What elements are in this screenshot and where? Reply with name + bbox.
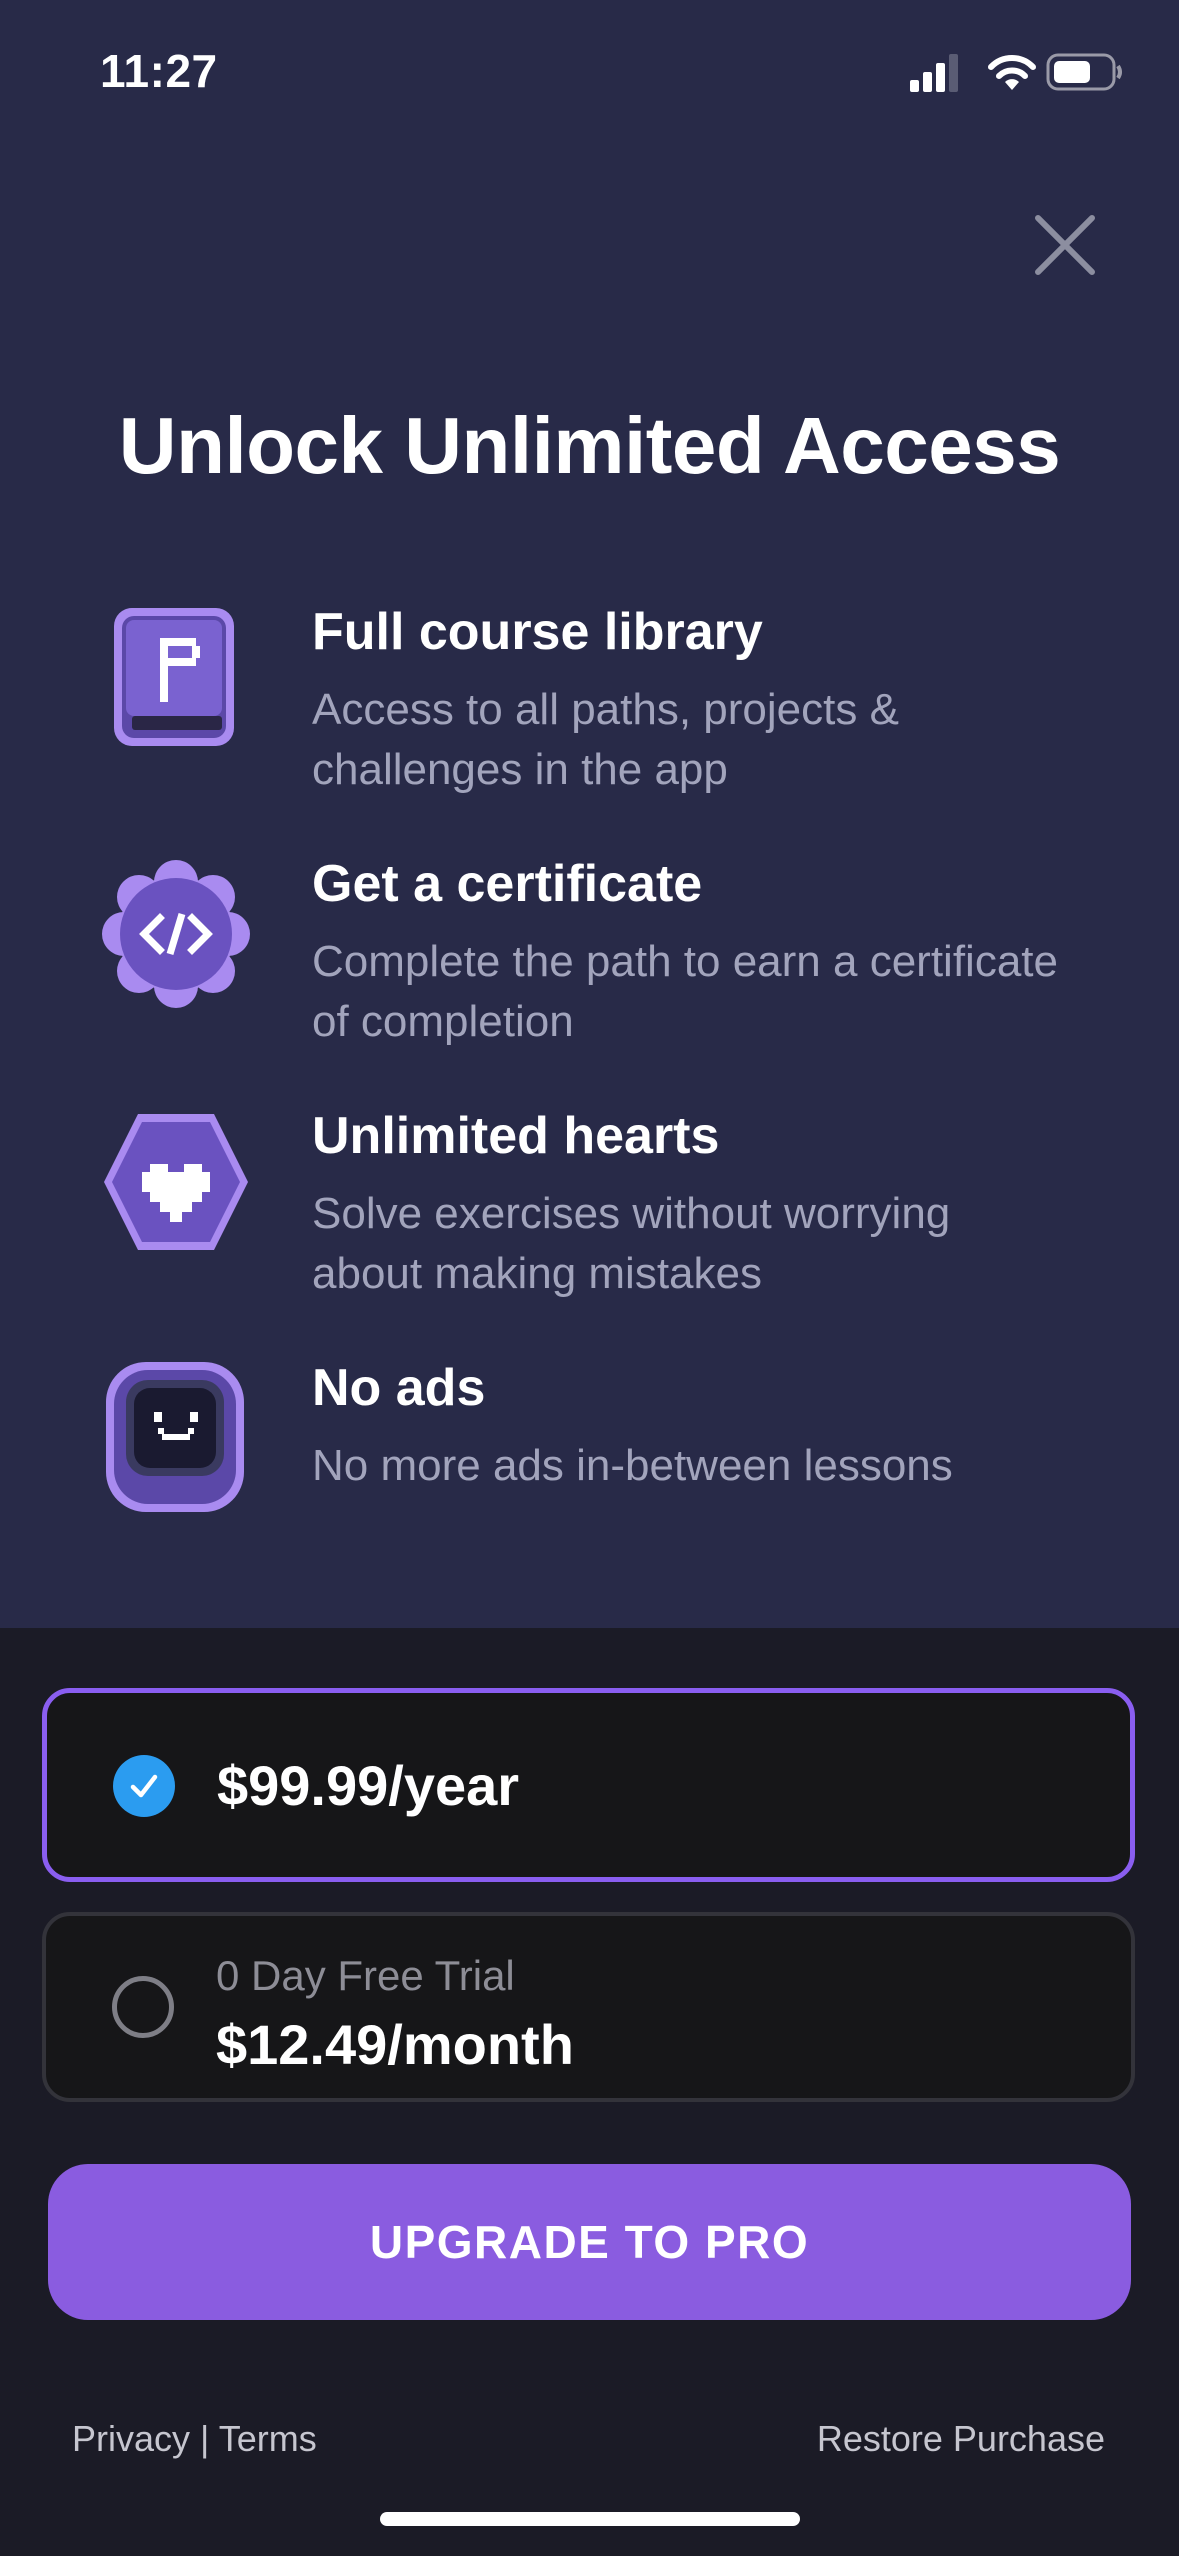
feature-get-a-certificate: Get a certificate Complete the path to e… [96,854,1096,1054]
feature-title: Unlimited hearts [312,1107,720,1165]
status-bar: 11:27 [0,0,1179,150]
plan-trial-label: 0 Day Free Trial [216,1952,515,1999]
feature-title: Full course library [312,603,763,661]
plan-price: $12.49/month [216,2013,574,2076]
radio-unchecked[interactable] [112,1976,174,2038]
battery-icon [1046,53,1122,91]
plan-price: $99.99/year [217,1754,520,1817]
robot-face-icon [106,1362,244,1512]
feature-description: Access to all paths, projects & challeng… [312,685,899,794]
cellular-signal-icon [910,54,958,92]
feature-full-course-library: Full course library Access to all paths,… [96,602,1096,802]
close-icon [1035,215,1095,275]
restore-purchase-link[interactable]: Restore Purchase [817,2418,1105,2460]
terms-link[interactable]: Terms [219,2418,317,2459]
privacy-link[interactable]: Privacy [72,2418,190,2459]
feature-no-ads: No ads No more ads in-between lessons [96,1358,1096,1558]
status-time: 11:27 [100,45,218,97]
checkmark-icon [130,1774,158,1798]
feature-unlimited-hearts: Unlimited hearts Solve exercises without… [96,1106,1096,1306]
feature-description: Complete the path to earn a certificate … [312,937,1058,1046]
plan-option-monthly[interactable]: 0 Day Free Trial $12.49/month [42,1912,1135,2102]
footer-separator: | [190,2418,219,2459]
home-indicator[interactable] [380,2512,800,2526]
footer-legal-links: Privacy | Terms [72,2418,317,2460]
page-title: Unlock Unlimited Access [118,401,1061,490]
code-certificate-badge-icon [102,860,250,1008]
feature-description: Solve exercises without worrying about m… [312,1189,951,1298]
upgrade-to-pro-button[interactable]: UPGRADE TO PRO [48,2164,1131,2320]
flag-book-icon [114,608,234,746]
heart-hexagon-icon [104,1114,248,1250]
close-button[interactable] [1030,210,1100,280]
feature-title: No ads [312,1359,486,1417]
plan-option-yearly[interactable]: $99.99/year [42,1688,1135,1882]
radio-checked[interactable] [113,1755,175,1817]
wifi-icon [988,55,1036,90]
feature-description: No more ads in-between lessons [312,1441,953,1490]
feature-title: Get a certificate [312,855,703,913]
status-icons [908,52,1128,100]
